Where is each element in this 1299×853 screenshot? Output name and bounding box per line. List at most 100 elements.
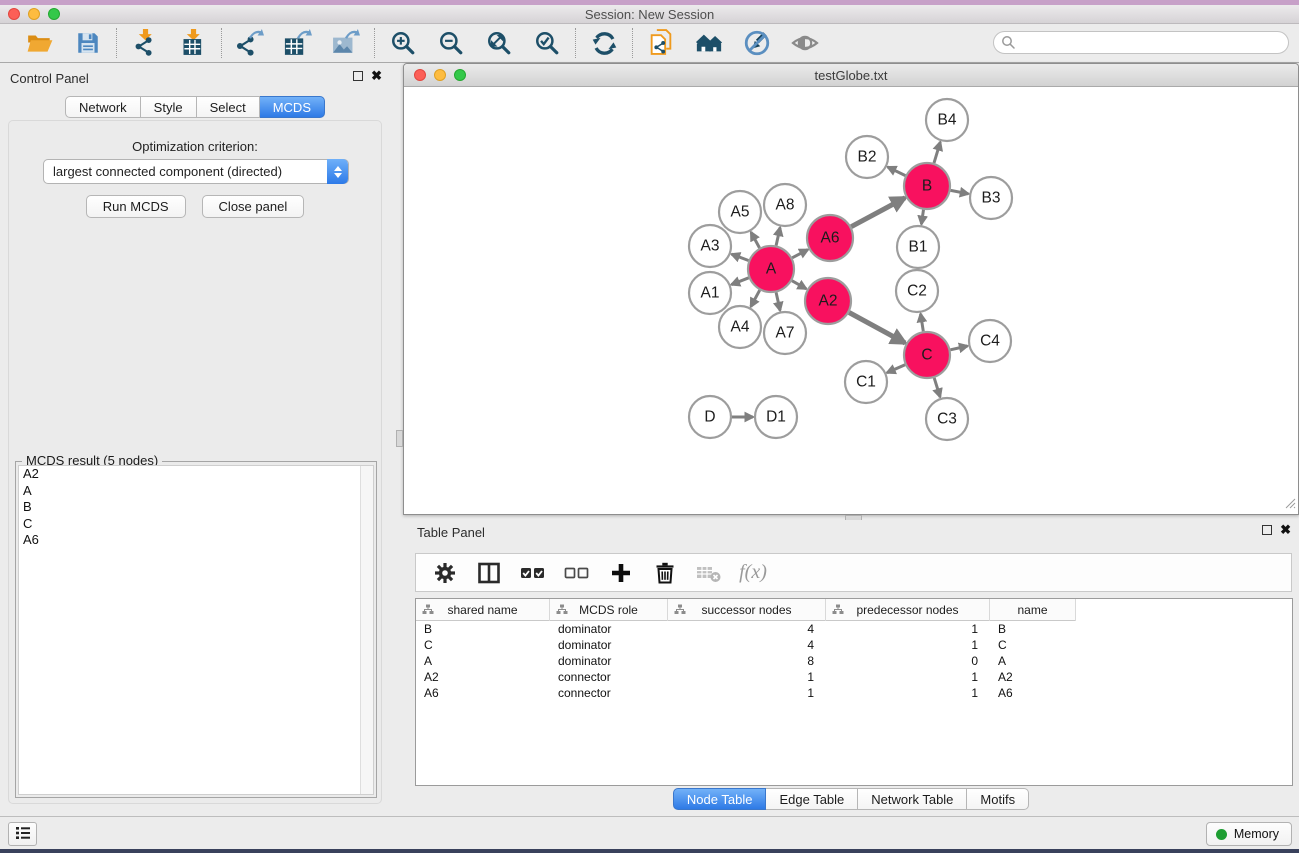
memory-button[interactable]: Memory: [1206, 822, 1292, 846]
open-folder-icon[interactable]: [26, 29, 54, 57]
resize-grip-icon[interactable]: [1284, 497, 1296, 512]
table-cell[interactable]: A2: [416, 669, 550, 685]
column-header-predecessor-nodes[interactable]: predecessor nodes: [826, 599, 990, 621]
edge-A-A4[interactable]: [751, 290, 760, 307]
edge-C-C2[interactable]: [921, 314, 924, 332]
table-cell[interactable]: A2: [990, 669, 1076, 685]
graph-node-A3[interactable]: A3: [689, 225, 731, 267]
zoom-in-icon[interactable]: [389, 29, 417, 57]
graph-node-A8[interactable]: A8: [764, 184, 806, 226]
graph-node-C4[interactable]: C4: [969, 320, 1011, 362]
box-pair-icon[interactable]: [564, 560, 590, 586]
table-cell[interactable]: 1: [826, 621, 990, 637]
close-panel-button[interactable]: Close panel: [202, 195, 305, 218]
graph-node-C3[interactable]: C3: [926, 398, 968, 440]
plus-icon[interactable]: [608, 560, 634, 586]
edge-A-A3[interactable]: [732, 254, 749, 260]
edge-A6-B[interactable]: [851, 198, 905, 227]
table-cell[interactable]: 4: [668, 637, 826, 653]
graph-node-C1[interactable]: C1: [845, 361, 887, 403]
table-tab-motifs[interactable]: Motifs: [967, 788, 1029, 810]
network-window-titlebar[interactable]: testGlobe.txt: [404, 64, 1298, 87]
table-cell[interactable]: B: [990, 621, 1076, 637]
table-cell[interactable]: A6: [416, 685, 550, 701]
column-header-name[interactable]: name: [990, 599, 1076, 621]
graph-node-A4[interactable]: A4: [719, 306, 761, 348]
edge-C-C1[interactable]: [887, 365, 905, 373]
zoom-window-button[interactable]: [48, 8, 60, 20]
graph-node-B[interactable]: B: [904, 163, 950, 209]
check-pair-icon[interactable]: [520, 560, 546, 586]
save-icon[interactable]: [74, 29, 102, 57]
graph-node-B4[interactable]: B4: [926, 99, 968, 141]
vertical-splitter-handle[interactable]: [396, 430, 403, 447]
import-network-icon[interactable]: [131, 29, 159, 57]
edge-A2-C[interactable]: [849, 313, 905, 344]
table-cell[interactable]: 1: [826, 669, 990, 685]
network-close-button[interactable]: [414, 69, 426, 81]
graph-node-C2[interactable]: C2: [896, 270, 938, 312]
export-network-icon[interactable]: [236, 29, 264, 57]
result-list-item[interactable]: B: [19, 499, 373, 516]
criterion-dropdown[interactable]: largest connected component (directed): [43, 159, 349, 184]
columns-icon[interactable]: [476, 560, 502, 586]
graph-node-A1[interactable]: A1: [689, 272, 731, 314]
graph-node-D1[interactable]: D1: [755, 396, 797, 438]
edge-A-A7[interactable]: [776, 292, 780, 310]
table-cell[interactable]: C: [990, 637, 1076, 653]
float-panel-icon[interactable]: [353, 71, 363, 81]
table-tab-edge-table[interactable]: Edge Table: [766, 788, 858, 810]
table-cell[interactable]: connector: [550, 685, 668, 701]
zoom-out-icon[interactable]: [437, 29, 465, 57]
table-cell[interactable]: 0: [826, 653, 990, 669]
result-scrollbar[interactable]: [360, 466, 373, 794]
table-cell[interactable]: dominator: [550, 621, 668, 637]
export-table-icon[interactable]: [284, 29, 312, 57]
network-minimize-button[interactable]: [434, 69, 446, 81]
network-canvas[interactable]: B4B2BB3A5A8A6A3B1AA1C2A2A4A7C4CC1C3DD1: [404, 87, 1298, 514]
table-cell[interactable]: dominator: [550, 637, 668, 653]
minimize-window-button[interactable]: [28, 8, 40, 20]
column-header-successor-nodes[interactable]: successor nodes: [668, 599, 826, 621]
table-cell[interactable]: 1: [826, 637, 990, 653]
graph-node-A2[interactable]: A2: [805, 278, 851, 324]
table-row[interactable]: Bdominator41B: [416, 621, 1076, 637]
close-panel-icon[interactable]: ✖: [371, 71, 382, 81]
network-from-file-icon[interactable]: [647, 29, 675, 57]
hide-annotations-icon[interactable]: [743, 29, 771, 57]
column-header-MCDS-role[interactable]: MCDS role: [550, 599, 668, 621]
graph-node-C[interactable]: C: [904, 332, 950, 378]
graph-node-D[interactable]: D: [689, 396, 731, 438]
mcds-result-list[interactable]: A2ABCA6: [18, 465, 374, 795]
table-cell[interactable]: A: [990, 653, 1076, 669]
import-table-icon[interactable]: [179, 29, 207, 57]
export-image-icon[interactable]: [332, 29, 360, 57]
table-close-panel-icon[interactable]: ✖: [1280, 525, 1291, 535]
graph-node-B2[interactable]: B2: [846, 136, 888, 178]
refresh-icon[interactable]: [590, 29, 618, 57]
table-cell[interactable]: A: [416, 653, 550, 669]
graph-node-A[interactable]: A: [748, 246, 794, 292]
result-list-item[interactable]: A6: [19, 532, 373, 549]
column-header-shared-name[interactable]: shared name: [416, 599, 550, 621]
task-history-button[interactable]: [8, 822, 37, 846]
table-cell[interactable]: 1: [826, 685, 990, 701]
home-icon[interactable]: [695, 29, 723, 57]
trash-icon[interactable]: [652, 560, 678, 586]
table-row[interactable]: A2connector11A2: [416, 669, 1076, 685]
edge-A-A8[interactable]: [776, 228, 780, 246]
edge-A-A1[interactable]: [731, 278, 748, 285]
edge-B-B3[interactable]: [951, 190, 969, 193]
edge-B-B1[interactable]: [921, 210, 923, 225]
gear-icon[interactable]: [432, 560, 458, 586]
table-cell[interactable]: dominator: [550, 653, 668, 669]
close-window-button[interactable]: [8, 8, 20, 20]
network-zoom-button[interactable]: [454, 69, 466, 81]
edge-A-A5[interactable]: [751, 232, 760, 248]
edge-B-B2[interactable]: [888, 167, 906, 176]
table-cell[interactable]: 8: [668, 653, 826, 669]
tab-network[interactable]: Network: [65, 96, 141, 118]
table-row[interactable]: Adominator80A: [416, 653, 1076, 669]
edge-B-B4[interactable]: [934, 142, 940, 163]
result-list-item[interactable]: C: [19, 516, 373, 533]
